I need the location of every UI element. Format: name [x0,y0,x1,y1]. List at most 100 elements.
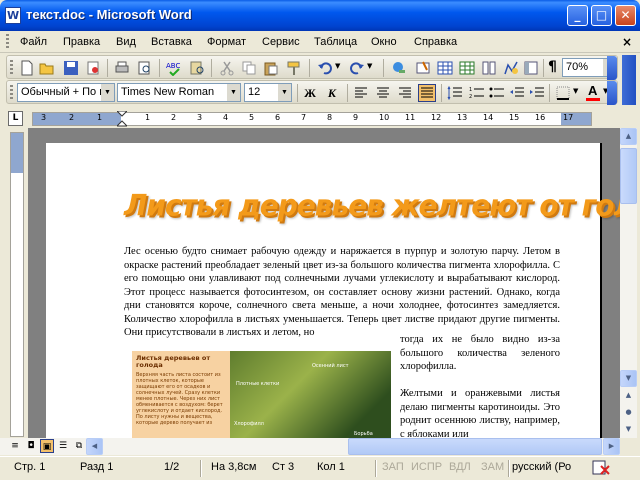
italic-button[interactable]: К [323,84,341,102]
normal-view-icon[interactable]: ≡ [8,439,22,453]
status-track-changes[interactable]: ИСПР [411,461,442,473]
chevron-down-icon[interactable]: ▼ [278,84,291,101]
status-position[interactable]: На 3,8см [211,461,256,473]
redo-icon[interactable] [349,60,365,76]
vertical-ruler[interactable] [10,132,24,437]
horizontal-scroll-thumb[interactable] [348,438,602,455]
status-page[interactable]: Стр. 1 [14,461,45,473]
bullets-icon[interactable] [489,85,505,101]
undo-dropdown-icon[interactable]: ▼ [335,62,340,70]
status-language[interactable]: русский (Ро [512,461,571,473]
align-right-icon[interactable] [397,85,413,101]
scroll-down-button[interactable]: ▼ [620,370,637,387]
new-document-icon[interactable] [19,60,35,76]
font-color-button[interactable]: A [585,83,601,102]
tables-borders-icon[interactable] [415,60,431,76]
menu-window[interactable]: Окно [371,36,397,48]
indent-marker-icon[interactable] [117,111,127,127]
numbering-icon[interactable]: 12 [469,85,485,101]
insert-table-icon[interactable] [437,60,453,76]
status-line[interactable]: Ст 3 [272,461,294,473]
article-figure[interactable]: Листья деревьев от голода Верхняя часть … [132,351,391,438]
title-bar[interactable]: W текст.doc - Microsoft Word _ □ ✕ [0,0,640,31]
document-page[interactable]: Листья деревьев желтеют от голода Лес ос… [46,143,620,438]
redo-dropdown-icon[interactable]: ▼ [367,62,372,70]
align-center-icon[interactable] [375,85,391,101]
wordart-heading[interactable]: Листья деревьев желтеют от голода [124,188,620,223]
status-record[interactable]: ЗАП [382,461,404,473]
vertical-scroll-thumb[interactable] [620,148,637,204]
print-layout-icon[interactable]: ▣ [40,439,54,453]
paragraph-2[interactable]: Желтыми и оранжевыми листья делаю пигмен… [400,387,560,438]
open-icon[interactable] [39,60,55,76]
paste-icon[interactable] [263,60,279,76]
save-icon[interactable] [63,60,79,76]
chevron-down-icon[interactable]: ▼ [227,84,240,101]
document-map-icon[interactable] [523,60,539,76]
toolbar-grip[interactable] [10,85,13,101]
horizontal-scrollbar[interactable]: ◀ ▶ [86,438,620,455]
menu-tools[interactable]: Сервис [262,36,300,48]
select-browse-object-button[interactable]: ● [620,404,637,421]
status-pages[interactable]: 1/2 [164,461,179,473]
scroll-right-button[interactable]: ▶ [603,438,620,455]
toolbar-overflow-strip[interactable] [622,55,636,105]
font-size-combo[interactable]: 12 ▼ [244,83,292,102]
menu-edit[interactable]: Правка [63,36,100,48]
horizontal-ruler[interactable]: 3 2 1 1 2 3 4 5 6 7 8 9 10 11 12 13 14 1… [32,111,592,127]
undo-icon[interactable] [317,60,333,76]
hyperlink-icon[interactable] [391,60,407,76]
document-close-icon[interactable]: × [622,35,632,49]
cut-icon[interactable] [219,60,235,76]
menu-file[interactable]: Файл [20,36,47,48]
drawing-icon[interactable] [503,60,519,76]
chevron-down-icon[interactable]: ▼ [101,84,114,101]
toolbar-grip[interactable] [10,60,13,76]
print-preview-icon[interactable] [137,60,153,76]
reading-view-icon[interactable]: ⧉ [72,439,86,453]
increase-indent-icon[interactable] [529,85,545,101]
spelling-status-icon[interactable] [591,460,611,476]
borders-icon[interactable] [555,85,571,101]
menu-format[interactable]: Формат [207,36,246,48]
menu-insert[interactable]: Вставка [151,36,192,48]
borders-dropdown-icon[interactable]: ▼ [573,87,578,95]
minimize-button[interactable]: _ [567,5,588,26]
columns-icon[interactable] [481,60,497,76]
decrease-indent-icon[interactable] [509,85,525,101]
status-column[interactable]: Кол 1 [317,461,345,473]
research-icon[interactable] [189,60,205,76]
style-combo[interactable]: Обычный + По ц ▼ [17,83,115,102]
scroll-left-button[interactable]: ◀ [86,438,103,455]
scroll-up-button[interactable]: ▲ [620,128,637,145]
menu-grip[interactable] [6,34,9,50]
menu-help[interactable]: Справка [414,36,457,48]
menu-view[interactable]: Вид [116,36,136,48]
align-left-icon[interactable] [353,85,369,101]
menu-table[interactable]: Таблица [314,36,357,48]
status-extend[interactable]: ВДЛ [449,461,471,473]
permission-icon[interactable] [85,60,101,76]
outline-icon[interactable]: ☰ [56,439,70,453]
next-page-button[interactable]: ▼ [620,421,637,438]
status-section[interactable]: Разд 1 [80,461,113,473]
font-combo[interactable]: Times New Roman ▼ [117,83,241,102]
document-area[interactable]: Листья деревьев желтеют от голода Лес ос… [28,128,620,438]
paragraph-1-continued[interactable]: тогда их не было видно из-за большого ко… [400,333,560,374]
bold-button[interactable]: Ж [301,84,319,102]
word-doc-icon[interactable]: W [5,7,21,24]
previous-page-button[interactable]: ▲ [620,387,637,404]
toolbar-options-icon[interactable] [607,81,617,105]
insert-excel-icon[interactable] [459,60,475,76]
vertical-scrollbar[interactable]: ▲ ▼ ▲ ● ▼ [620,128,637,438]
copy-icon[interactable] [241,60,257,76]
status-overtype[interactable]: ЗАМ [481,461,504,473]
web-view-icon[interactable]: ◘ [24,439,38,453]
maximize-button[interactable]: □ [591,5,612,26]
spelling-icon[interactable]: ABC [166,60,182,76]
print-icon[interactable] [114,60,130,76]
format-painter-icon[interactable] [286,60,302,76]
paragraph-1[interactable]: Лес осенью будто снимает рабочую одежду … [124,245,560,340]
justify-button[interactable] [418,84,436,102]
close-button[interactable]: ✕ [615,5,636,26]
